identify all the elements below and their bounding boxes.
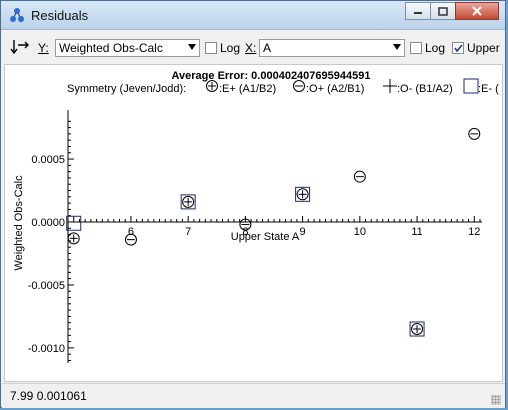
y-log-label: Log: [220, 41, 241, 55]
legend-item-circle-minus: :O+ (A2/B1): [293, 80, 364, 95]
residuals-chart[interactable]: Average Error: 0.000402407695944591 Symm…: [5, 65, 502, 381]
x-tick-label: 11: [411, 226, 422, 238]
checkmark-icon: [454, 44, 463, 53]
y-axis-label: Y:: [38, 41, 49, 55]
plot-area[interactable]: Average Error: 0.000402407695944591 Symm…: [4, 64, 503, 382]
y-tick-label: 0.0000: [31, 217, 65, 229]
x-axis-select-value: A: [263, 41, 272, 55]
cursor-coordinates: 7.99 0.001061: [10, 389, 87, 403]
legend-item-circle-plus: :E+ (A1/B2): [206, 80, 276, 95]
data-point-circle-minus: [468, 127, 481, 140]
y-axis-select[interactable]: Weighted Obs-Calc: [55, 39, 200, 57]
data-point-boxed-circle-plus: [295, 186, 311, 202]
upper-checkbox[interactable]: [452, 42, 464, 54]
minimize-button[interactable]: [405, 2, 431, 20]
x-tick-label: 7: [185, 226, 191, 238]
y-log-checkbox[interactable]: [205, 42, 217, 54]
data-point-circle-plus: [67, 232, 80, 245]
data-point-circle-minus: [353, 170, 366, 183]
x-axis-select[interactable]: A: [259, 39, 405, 57]
legend-label: :E- (: [478, 83, 499, 95]
upper-label: Upper: [467, 41, 500, 55]
y-tick-label: -0.0005: [28, 280, 65, 292]
x-axis-title: Upper State A: [231, 231, 300, 243]
maximize-button[interactable]: [430, 2, 456, 20]
x-log-label: Log: [425, 41, 446, 55]
x-tick-label: 6: [128, 226, 134, 238]
window-title: Residuals: [31, 8, 89, 23]
legend-item-plus: :O- (B1/A2): [383, 79, 453, 95]
x-tick-label: 12: [468, 226, 480, 238]
chevron-down-icon: [188, 44, 196, 50]
y-axis-title: Weighted Obs-Calc: [13, 175, 25, 271]
app-molecule-icon: [10, 8, 24, 22]
y-tick-label: -0.0010: [28, 343, 65, 355]
y-axis-select-value: Weighted Obs-Calc: [59, 41, 163, 55]
resize-grip-icon[interactable]: [491, 395, 501, 405]
x-axis-label: X:: [245, 41, 257, 55]
x-tick-label: 9: [300, 226, 306, 238]
legend-item-square: :E- (: [463, 78, 499, 95]
close-button[interactable]: [455, 2, 499, 20]
chart-title: Average Error: 0.000402407695944591: [172, 70, 371, 82]
legend-title: Symmetry (Jeven/Jodd):: [67, 83, 186, 95]
chevron-down-icon: [393, 44, 401, 50]
maximize-icon: [438, 6, 448, 16]
residuals-window: Residuals Y: Weighted Obs-Calc Log X: A: [0, 0, 506, 408]
legend-label: :O- (B1/A2): [397, 83, 453, 95]
status-bar: 7.99 0.001061: [2, 383, 505, 408]
legend-label: :O+ (A2/B1): [306, 83, 364, 95]
x-tick-label: 10: [354, 226, 366, 238]
legend-label: :E+ (A1/B2): [219, 83, 276, 95]
swap-axes-icon[interactable]: [10, 37, 30, 57]
x-log-checkbox[interactable]: [410, 42, 422, 54]
data-point-boxed-circle-plus: [180, 194, 196, 210]
close-icon: [472, 6, 482, 16]
title-bar[interactable]: Residuals: [1, 1, 505, 30]
toolbar: Y: Weighted Obs-Calc Log X: A Log Upper: [2, 30, 505, 64]
data-point-boxed-circle-plus: [409, 321, 425, 337]
y-tick-label: 0.0005: [31, 154, 65, 166]
minimize-icon: [414, 12, 422, 14]
